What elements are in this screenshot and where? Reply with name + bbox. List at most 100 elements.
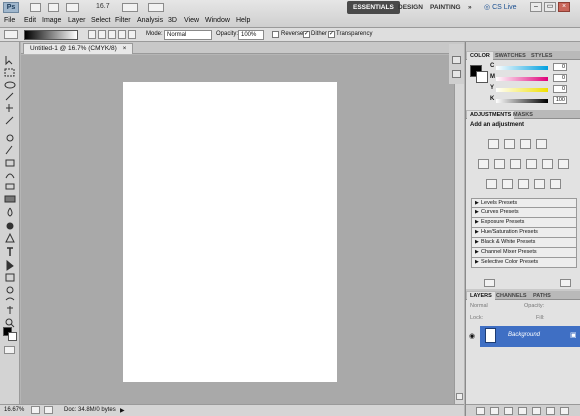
black-slider[interactable] <box>496 99 548 103</box>
layer-name[interactable]: Background <box>508 332 540 338</box>
opacity-field[interactable]: 100% <box>238 30 264 40</box>
linear-gradient-icon[interactable] <box>88 30 96 39</box>
bridge-icon[interactable] <box>30 3 41 12</box>
brightness-contrast-icon[interactable] <box>488 139 499 149</box>
preset-selective-color[interactable]: ▶ Selective Color Presets <box>471 258 577 268</box>
adjustment-view-icon[interactable] <box>484 279 495 287</box>
tab-channels[interactable]: CHANNELS <box>493 292 530 300</box>
maximize-button[interactable]: ▭ <box>544 2 556 12</box>
transparency-checkbox[interactable]: ✓ <box>328 31 335 38</box>
tab-paths[interactable]: PATHS <box>530 292 554 300</box>
workspace-more-button[interactable]: » <box>462 1 478 14</box>
delete-layer-icon[interactable] <box>560 407 569 415</box>
quick-mask-icon[interactable] <box>4 346 15 354</box>
screen-mode-icon[interactable] <box>148 3 164 12</box>
preset-channel-mixer[interactable]: ▶ Channel Mixer Presets <box>471 248 577 258</box>
tab-adjustments[interactable]: ADJUSTMENTS <box>467 111 515 119</box>
tab-styles[interactable]: STYLES <box>528 52 555 60</box>
curves-icon[interactable] <box>520 139 531 149</box>
tab-masks[interactable]: MASKS <box>510 111 536 119</box>
photo-filter-icon[interactable] <box>542 159 553 169</box>
cyan-value[interactable]: 0 <box>553 63 567 71</box>
levels-icon[interactable] <box>504 139 515 149</box>
exposure-icon[interactable] <box>536 139 547 149</box>
preset-levels[interactable]: ▶ Levels Presets <box>471 198 577 208</box>
vertical-scrollbar[interactable] <box>454 55 464 404</box>
invert-icon[interactable] <box>486 179 497 189</box>
document-canvas[interactable] <box>123 82 337 382</box>
workspace-painting[interactable]: PAINTING <box>424 1 467 14</box>
document-tab[interactable]: Untitled-1 @ 16.7% (CMYK/8) × <box>23 43 134 54</box>
reflected-gradient-icon[interactable] <box>118 30 126 39</box>
magenta-value[interactable]: 0 <box>553 74 567 82</box>
color-balance-icon[interactable] <box>510 159 521 169</box>
layer-visibility-eye-icon[interactable]: ◉ <box>469 332 475 340</box>
gradient-map-icon[interactable] <box>534 179 545 189</box>
layer-mask-icon[interactable] <box>504 407 513 415</box>
layer-style-icon[interactable] <box>490 407 499 415</box>
arrange-documents-icon[interactable] <box>122 3 138 12</box>
radial-gradient-icon[interactable] <box>98 30 106 39</box>
black-value[interactable]: 100 <box>553 96 567 104</box>
tab-color[interactable]: COLOR <box>467 52 493 60</box>
angle-gradient-icon[interactable] <box>108 30 116 39</box>
adjustment-options-icon[interactable] <box>560 279 571 287</box>
channel-mixer-icon[interactable] <box>558 159 569 169</box>
new-adjustment-layer-icon[interactable] <box>518 407 527 415</box>
black-white-icon[interactable] <box>526 159 537 169</box>
menu-analysis[interactable]: Analysis <box>137 17 163 24</box>
preset-exposure[interactable]: ▶ Exposure Presets <box>471 218 577 228</box>
preset-black-white[interactable]: ▶ Black & White Presets <box>471 238 577 248</box>
status-zoom[interactable]: 16.67% <box>4 407 24 413</box>
preset-hue-saturation[interactable]: ▶ Hue/Saturation Presets <box>471 228 577 238</box>
threshold-icon[interactable] <box>518 179 529 189</box>
yellow-value[interactable]: 0 <box>553 85 567 93</box>
magenta-slider[interactable] <box>496 77 548 81</box>
gradient-tool-preset-icon[interactable] <box>4 30 18 39</box>
background-color-swatch[interactable] <box>8 332 17 341</box>
close-button[interactable]: × <box>558 2 570 12</box>
diamond-gradient-icon[interactable] <box>128 30 136 39</box>
yellow-slider[interactable] <box>496 88 548 92</box>
menu-3d[interactable]: 3D <box>168 17 177 24</box>
cs-live-button[interactable]: ◎ CS Live <box>484 3 517 11</box>
tab-swatches[interactable]: SWATCHES <box>492 52 529 60</box>
canvas-area[interactable] <box>21 55 454 404</box>
mini-bridge-icon[interactable] <box>48 3 59 12</box>
history-panel-icon[interactable] <box>452 56 461 64</box>
cyan-slider[interactable] <box>496 66 548 70</box>
close-tab-icon[interactable]: × <box>123 45 127 52</box>
status-info-arrow-icon[interactable]: ▶ <box>120 407 125 414</box>
tab-layers[interactable]: LAYERS <box>467 292 495 300</box>
minimize-button[interactable]: – <box>530 2 542 12</box>
menu-help[interactable]: Help <box>236 17 250 24</box>
status-icon-a[interactable] <box>31 406 40 414</box>
mode-select[interactable]: Normal <box>164 30 212 40</box>
link-layers-icon[interactable] <box>476 407 485 415</box>
zoom-level[interactable]: 16.7 <box>96 3 110 10</box>
selective-color-icon[interactable] <box>550 179 561 189</box>
status-icon-b[interactable] <box>44 406 53 414</box>
properties-panel-icon[interactable] <box>452 70 461 78</box>
menu-filter[interactable]: Filter <box>115 17 131 24</box>
menu-view[interactable]: View <box>184 17 199 24</box>
hue-saturation-icon[interactable] <box>494 159 505 169</box>
menu-file[interactable]: File <box>4 17 15 24</box>
gradient-picker[interactable] <box>24 30 78 40</box>
posterize-icon[interactable] <box>502 179 513 189</box>
dither-checkbox[interactable]: ✓ <box>303 31 310 38</box>
scroll-down-arrow-icon[interactable] <box>456 393 463 400</box>
new-layer-icon[interactable] <box>546 407 555 415</box>
preset-curves[interactable]: ▶ Curves Presets <box>471 208 577 218</box>
menu-edit[interactable]: Edit <box>24 17 36 24</box>
background-layer-row[interactable]: ◉ Background ▣ <box>466 326 580 348</box>
new-group-icon[interactable] <box>532 407 541 415</box>
layers-blend-mode[interactable]: Normal <box>470 303 488 309</box>
vibrance-icon[interactable] <box>478 159 489 169</box>
menu-window[interactable]: Window <box>205 17 230 24</box>
menu-select[interactable]: Select <box>91 17 110 24</box>
color-panel-background-swatch[interactable] <box>476 71 488 83</box>
menu-layer[interactable]: Layer <box>68 17 86 24</box>
view-extras-icon[interactable] <box>66 3 79 12</box>
menu-image[interactable]: Image <box>42 17 61 24</box>
